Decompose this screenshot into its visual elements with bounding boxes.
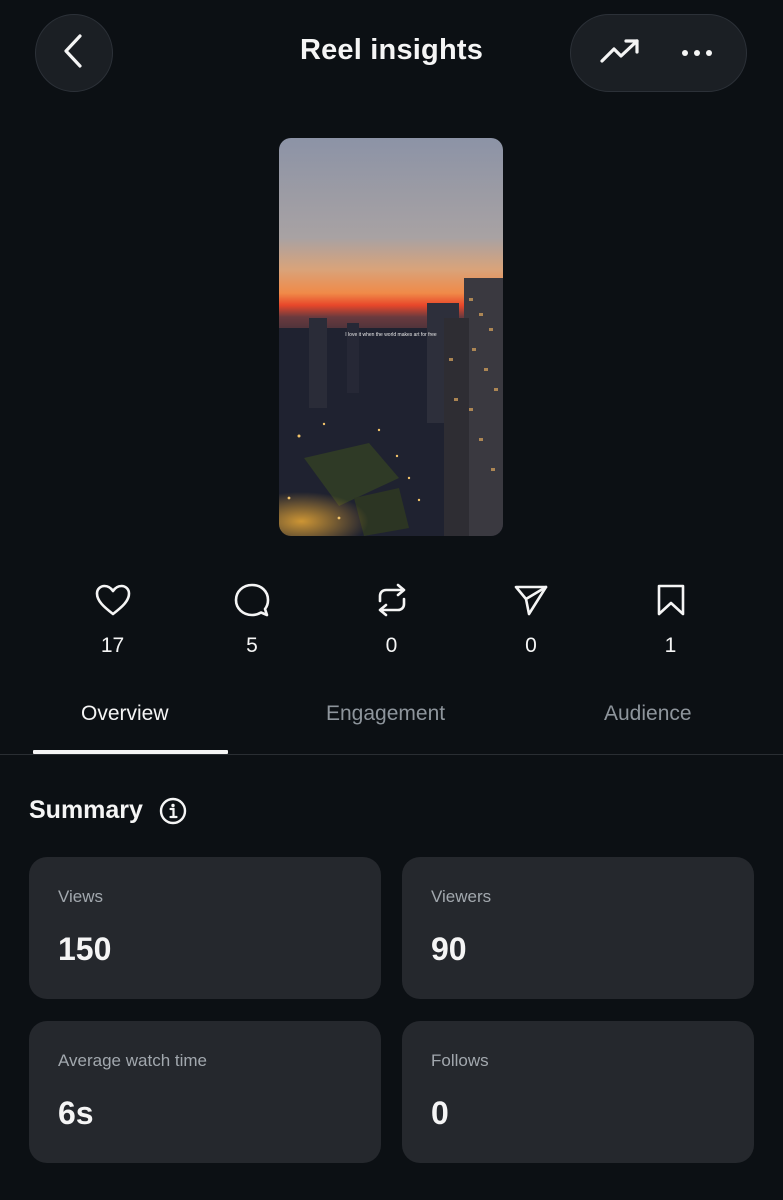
viewers-value: 90 [431,931,467,967]
likes-metric: 17 [43,580,182,658]
heart-icon [93,580,133,620]
summary-title: Summary [29,796,143,824]
tab-audience[interactable]: Audience [604,702,692,726]
views-value: 150 [58,931,112,967]
header: Reel insights [0,0,783,110]
tab-engagement[interactable]: Engagement [326,702,445,726]
comment-icon [232,580,272,620]
follows-label: Follows [431,1051,489,1070]
engagement-metrics: 17 5 0 0 1 [43,580,740,658]
info-icon[interactable] [159,797,187,825]
comments-count: 5 [246,634,258,657]
trend-button[interactable] [590,23,650,83]
average-watch-time-value: 6s [58,1095,94,1131]
insights-tabs: Overview Engagement Audience [0,690,783,755]
reel-caption: I love it when the world makes art for f… [345,332,437,338]
tab-overview[interactable]: Overview [81,702,169,726]
follows-value: 0 [431,1095,449,1131]
more-horizontal-icon [681,44,713,62]
reel-thumbnail[interactable]: I love it when the world makes art for f… [279,138,503,536]
more-options-button[interactable] [667,23,727,83]
shares-count: 0 [525,634,537,657]
follows-card: Follows 0 [402,1021,754,1163]
repost-icon [372,580,412,620]
active-tab-indicator [33,750,228,754]
average-watch-time-card: Average watch time 6s [29,1021,381,1163]
viewers-card: Viewers 90 [402,857,754,999]
bookmark-icon [651,580,691,620]
saves-count: 1 [664,634,677,657]
average-watch-time-label: Average watch time [58,1051,207,1070]
comments-metric: 5 [183,580,322,658]
views-card: Views 150 [29,857,381,999]
share-icon [511,580,551,620]
views-label: Views [58,887,104,906]
trending-up-icon [599,37,641,70]
reposts-count: 0 [385,634,398,657]
likes-count: 17 [100,634,125,657]
shares-metric: 0 [462,580,601,658]
viewers-label: Viewers [431,887,492,906]
summary-header: Summary [29,796,187,825]
reposts-metric: 0 [322,580,461,658]
saves-metric: 1 [601,580,740,658]
header-actions [570,14,747,92]
